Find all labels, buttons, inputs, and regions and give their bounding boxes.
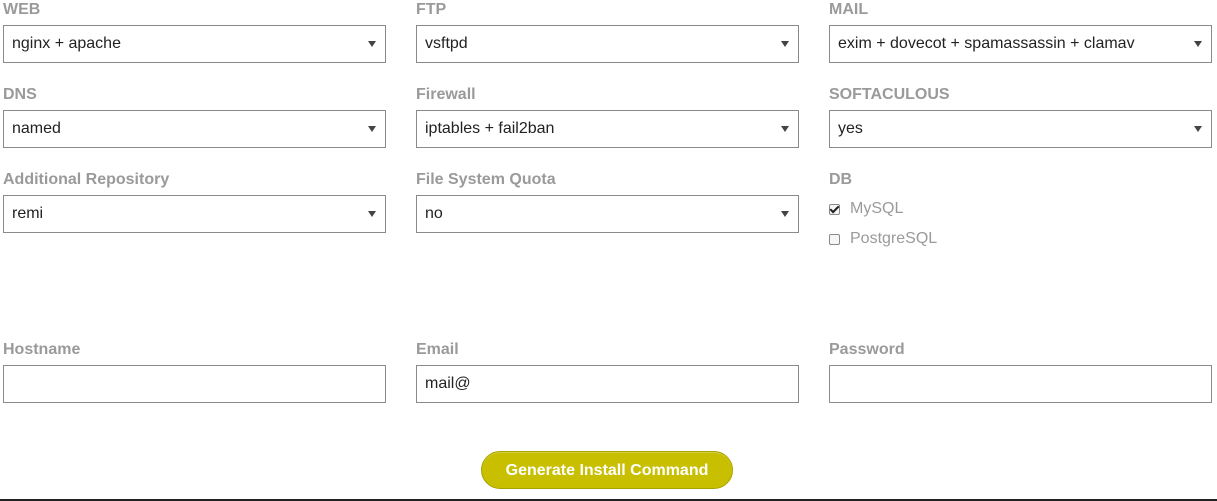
file-system-quota-label: File System Quota xyxy=(416,171,556,188)
db-options: MySQL PostgreSQL xyxy=(829,198,1029,258)
password-input[interactable] xyxy=(829,365,1212,403)
firewall-select[interactable]: iptables + fail2ban xyxy=(416,110,799,148)
ftp-select-value: vsftpd xyxy=(425,35,468,52)
additional-repository-label: Additional Repository xyxy=(3,171,170,188)
hostname-input[interactable] xyxy=(3,365,386,403)
chevron-down-icon xyxy=(368,126,376,132)
firewall-select-value: iptables + fail2ban xyxy=(425,120,555,137)
db-option-postgresql[interactable]: PostgreSQL xyxy=(829,228,1029,258)
chevron-down-icon xyxy=(781,41,789,47)
web-select[interactable]: nginx + apache xyxy=(3,25,386,63)
mysql-checkbox[interactable] xyxy=(829,204,840,215)
db-label: DB xyxy=(829,171,853,188)
mail-select-value: exim + dovecot + spamassassin + clamav xyxy=(838,35,1135,52)
generate-install-command-button[interactable]: Generate Install Command xyxy=(481,451,733,489)
mail-label: MAIL xyxy=(829,1,869,18)
chevron-down-icon xyxy=(781,211,789,217)
additional-repository-select-value: remi xyxy=(12,205,44,222)
ftp-label: FTP xyxy=(416,1,447,18)
postgresql-checkbox[interactable] xyxy=(829,234,840,245)
dns-label: DNS xyxy=(3,86,37,103)
mail-select[interactable]: exim + dovecot + spamassassin + clamav xyxy=(829,25,1212,63)
chevron-down-icon xyxy=(781,126,789,132)
chevron-down-icon xyxy=(368,211,376,217)
chevron-down-icon xyxy=(368,41,376,47)
db-option-mysql[interactable]: MySQL xyxy=(829,198,1029,228)
dns-select[interactable]: named xyxy=(3,110,386,148)
email-input[interactable]: mail@ xyxy=(416,365,799,403)
ftp-select[interactable]: vsftpd xyxy=(416,25,799,63)
web-select-value: nginx + apache xyxy=(12,35,121,52)
softaculous-label: SOFTACULOUS xyxy=(829,86,950,103)
email-input-value: mail@ xyxy=(425,375,471,392)
additional-repository-select[interactable]: remi xyxy=(3,195,386,233)
web-label: WEB xyxy=(3,1,41,18)
hostname-label: Hostname xyxy=(3,341,81,358)
chevron-down-icon xyxy=(1194,41,1202,47)
firewall-label: Firewall xyxy=(416,86,476,103)
softaculous-select-value: yes xyxy=(838,120,863,137)
install-command-form: WEB nginx + apache FTP vsftpd MAIL exim … xyxy=(0,0,1217,501)
postgresql-label[interactable]: PostgreSQL xyxy=(850,228,937,250)
dns-select-value: named xyxy=(12,120,61,137)
chevron-down-icon xyxy=(1194,126,1202,132)
password-label: Password xyxy=(829,341,905,358)
email-label: Email xyxy=(416,341,459,358)
mysql-label[interactable]: MySQL xyxy=(850,198,903,220)
file-system-quota-select-value: no xyxy=(425,205,443,222)
softaculous-select[interactable]: yes xyxy=(829,110,1212,148)
file-system-quota-select[interactable]: no xyxy=(416,195,799,233)
